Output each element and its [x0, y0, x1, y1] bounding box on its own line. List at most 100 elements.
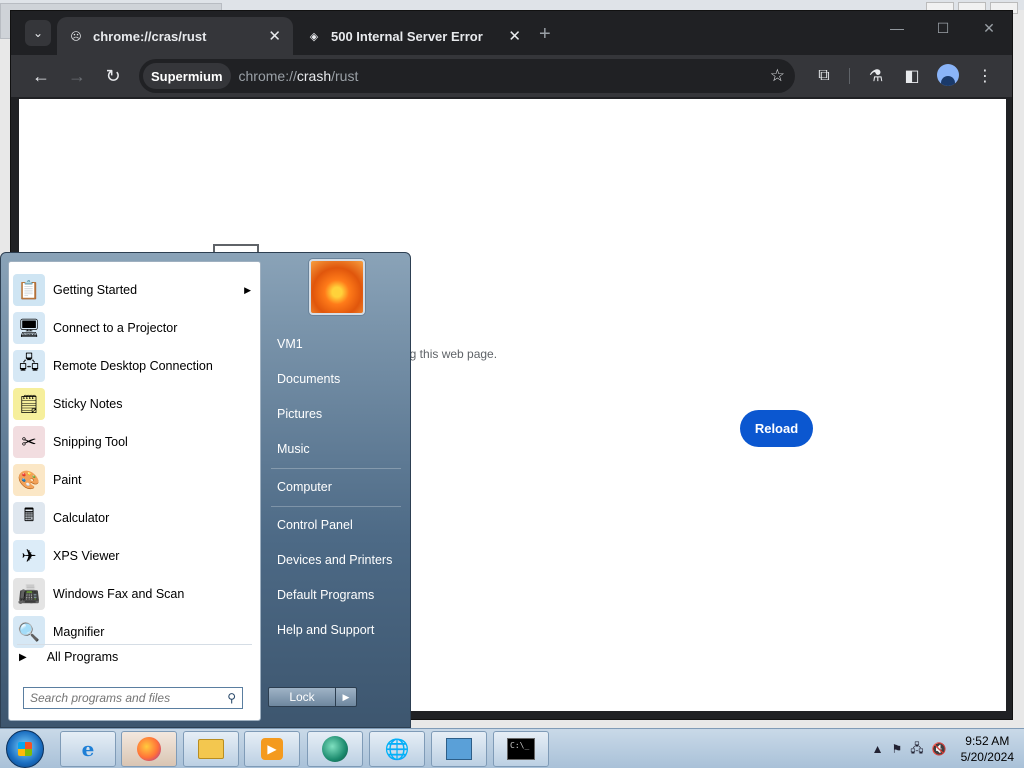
toolbar-separator	[849, 68, 850, 84]
start-button[interactable]	[6, 730, 44, 768]
program-label: Snipping Tool	[53, 435, 128, 449]
search-input[interactable]	[30, 691, 216, 705]
clock[interactable]: 9:52 AM 5/20/2024	[961, 733, 1014, 765]
profile-icon[interactable]	[937, 64, 959, 86]
url-path: /rust	[331, 68, 359, 84]
close-tab-icon[interactable]: ✕	[268, 27, 281, 45]
calculator-icon: 🖩	[13, 502, 45, 534]
programs-pane: 📋 Getting Started ▶ 🖥 Connect to a Proje…	[8, 261, 261, 721]
all-programs-button[interactable]: ▶ All Programs	[19, 650, 118, 664]
menu-icon[interactable]: ⋮	[973, 64, 997, 88]
program-sticky-notes[interactable]: 🗒 Sticky Notes	[13, 386, 257, 422]
right-divider	[271, 506, 401, 507]
xps-viewer-icon: ✈	[13, 540, 45, 572]
url-host: crash	[296, 68, 332, 84]
page-favicon-icon: ◈	[309, 30, 319, 43]
right-divider	[271, 468, 401, 469]
link-vm1[interactable]: VM1	[277, 337, 303, 351]
network-icon[interactable]: 🖧	[910, 739, 923, 760]
program-fax-scan[interactable]: 📠 Windows Fax and Scan	[13, 576, 257, 612]
program-label: Windows Fax and Scan	[53, 587, 185, 601]
program-snipping-tool[interactable]: ✂ Snipping Tool	[13, 424, 257, 460]
program-calculator[interactable]: 🖩 Calculator	[13, 500, 257, 536]
tray-icons: ▲ ⚑ 🖧 🔇	[872, 739, 947, 760]
reload-button[interactable]: ↻	[101, 64, 125, 88]
task-manager-icon[interactable]: 🌐	[369, 731, 425, 767]
browser-toolbar: ← → ↻ Supermium chrome://crash/rust ☆ ⧉ …	[11, 55, 1012, 97]
firefox-icon[interactable]	[121, 731, 177, 767]
show-hidden-icons-icon[interactable]: ▲	[872, 742, 884, 756]
address-bar[interactable]: Supermium chrome://crash/rust ☆	[139, 59, 795, 93]
program-label: Sticky Notes	[53, 397, 123, 411]
link-music[interactable]: Music	[277, 442, 310, 456]
close-window-button[interactable]: ✕	[966, 11, 1012, 45]
labs-icon[interactable]: ⚗	[864, 64, 888, 88]
sad-tab-icon	[213, 244, 259, 252]
program-paint[interactable]: 🎨 Paint	[13, 462, 257, 498]
reload-page-button[interactable]: Reload	[740, 410, 813, 447]
window-controls: — ☐ ✕	[874, 11, 1012, 45]
clock-time: 9:52 AM	[965, 734, 1010, 748]
programs-divider	[17, 644, 252, 645]
fax-scan-icon: 📠	[13, 578, 45, 610]
tab-cras-rust[interactable]: ☹ chrome://cras/rust ✕	[57, 17, 293, 55]
all-programs-label: All Programs	[46, 650, 119, 664]
media-player-icon[interactable]: ▶	[244, 731, 300, 767]
link-documents[interactable]: Documents	[277, 372, 340, 386]
link-control-panel[interactable]: Control Panel	[277, 518, 353, 532]
volume-muted-icon[interactable]: 🔇	[932, 742, 947, 756]
tab-title: 500 Internal Server Error	[331, 28, 483, 44]
program-label: Connect to a Projector	[53, 321, 178, 335]
file-explorer-icon[interactable]	[183, 731, 239, 767]
program-label: Remote Desktop Connection	[53, 359, 213, 373]
submenu-arrow-icon: ▶	[244, 284, 251, 295]
remote-desktop-icon: 🖧	[13, 350, 45, 382]
tab-search-button[interactable]: ⌄	[25, 20, 51, 46]
action-center-flag-icon[interactable]: ⚑	[892, 742, 903, 756]
windows-logo-icon	[18, 742, 32, 756]
program-label: Getting Started	[53, 283, 138, 297]
back-button[interactable]: ←	[29, 64, 53, 88]
program-connect-projector[interactable]: 🖥 Connect to a Projector	[13, 310, 257, 346]
side-panel-icon[interactable]: ◧	[900, 64, 924, 88]
sticky-notes-icon: 🗒	[13, 388, 45, 420]
snipping-tool-icon: ✂	[13, 426, 45, 458]
internet-explorer-icon[interactable]: e	[60, 731, 116, 767]
program-remote-desktop[interactable]: 🖧 Remote Desktop Connection	[13, 348, 257, 384]
app-icon[interactable]	[307, 731, 363, 767]
link-help-support[interactable]: Help and Support	[277, 623, 374, 637]
link-pictures[interactable]: Pictures	[277, 407, 322, 421]
new-tab-button[interactable]: +	[539, 23, 551, 46]
tab-title: chrome://cras/rust	[93, 28, 207, 44]
program-xps-viewer[interactable]: ✈ XPS Viewer	[13, 538, 257, 574]
program-getting-started[interactable]: 📋 Getting Started ▶	[13, 272, 257, 308]
extensions-icon[interactable]: ⧉	[812, 64, 836, 88]
link-default-programs[interactable]: Default Programs	[277, 588, 374, 602]
command-prompt-icon[interactable]: C:\_	[493, 731, 549, 767]
search-icon[interactable]: ⚲	[227, 691, 236, 705]
star-icon[interactable]: ☆	[770, 66, 785, 86]
program-label: XPS Viewer	[53, 549, 120, 563]
projector-icon: 🖥	[13, 312, 45, 344]
tab-500-error[interactable]: ◈ 500 Internal Server Error ✕	[295, 17, 533, 55]
user-picture[interactable]	[309, 259, 365, 315]
site-chip[interactable]: Supermium	[143, 63, 231, 89]
expand-arrow-icon: ▶	[19, 651, 27, 663]
program-label: Calculator	[53, 511, 110, 525]
control-panel-icon[interactable]	[431, 731, 487, 767]
sad-face-favicon-icon: ☹	[70, 30, 82, 43]
lock-button[interactable]: Lock	[268, 687, 336, 707]
clock-date: 5/20/2024	[960, 750, 1014, 764]
forward-button[interactable]: →	[65, 64, 89, 88]
link-computer[interactable]: Computer	[277, 480, 332, 494]
start-search-box[interactable]: ⚲	[23, 687, 243, 709]
tab-strip: ⌄ ☹ chrome://cras/rust ✕ ◈ 500 Internal …	[11, 11, 1012, 55]
url-text[interactable]: chrome://crash/rust	[239, 68, 359, 84]
close-tab-icon[interactable]: ✕	[508, 27, 521, 45]
start-menu: 📋 Getting Started ▶ 🖥 Connect to a Proje…	[0, 252, 411, 728]
minimize-button[interactable]: —	[874, 11, 920, 45]
link-devices-printers[interactable]: Devices and Printers	[277, 553, 392, 567]
maximize-button[interactable]: ☐	[920, 11, 966, 45]
shutdown-options-arrow-icon[interactable]: ▶	[336, 687, 357, 707]
system-tray: ▲ ⚑ 🖧 🔇 9:52 AM 5/20/2024	[872, 729, 1018, 768]
